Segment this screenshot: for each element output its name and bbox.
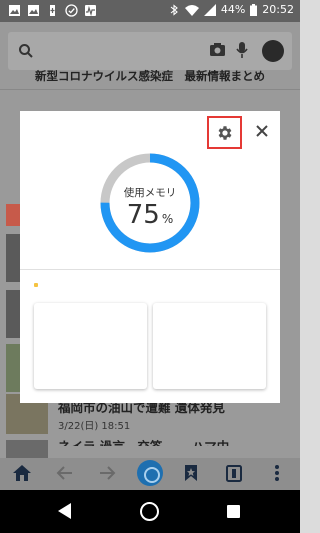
gallery-icon xyxy=(28,5,39,16)
forward-arrow-icon[interactable] xyxy=(98,464,116,482)
content-card[interactable] xyxy=(153,303,266,389)
nav-back-icon[interactable] xyxy=(58,503,71,519)
camera-icon[interactable] xyxy=(209,42,226,57)
story-title-partial[interactable]: ネイラ 過言 交答 ――ハマ中 xyxy=(58,436,229,446)
more-menu-icon[interactable] xyxy=(274,464,280,482)
battery-icon xyxy=(250,3,258,16)
nav-recents-icon[interactable] xyxy=(227,505,240,518)
back-arrow-icon[interactable] xyxy=(56,464,74,482)
search-icon xyxy=(19,44,33,58)
close-button[interactable] xyxy=(250,119,274,143)
cell-signal-icon xyxy=(203,3,216,16)
gear-icon xyxy=(218,125,231,140)
image-icon xyxy=(9,5,20,16)
notification-icons xyxy=(8,4,97,17)
memory-gauge: 使用メモリ 75% xyxy=(99,152,201,254)
category-tab-marker xyxy=(6,204,20,226)
memory-label: 使用メモリ xyxy=(123,187,177,199)
content-card[interactable] xyxy=(34,303,147,389)
memory-percent-number: 75 xyxy=(126,200,160,230)
battery-saver-icon xyxy=(50,5,55,16)
memory-value: 75% xyxy=(99,200,201,230)
system-navigation-bar xyxy=(0,490,300,533)
browser-toolbar xyxy=(0,458,300,490)
memory-percent-unit: % xyxy=(161,212,174,226)
battery-percent: 44% xyxy=(220,3,246,16)
tabs-icon[interactable] xyxy=(226,464,242,482)
news-thumbnail[interactable] xyxy=(6,440,48,458)
close-icon xyxy=(256,125,268,137)
microphone-icon[interactable] xyxy=(236,41,248,59)
account-icon[interactable] xyxy=(262,40,284,62)
clock: 20:52 xyxy=(262,3,294,16)
home-icon[interactable] xyxy=(12,464,32,482)
activity-icon xyxy=(85,5,96,17)
memory-usage-dialog: 使用メモリ 75% xyxy=(20,111,280,403)
status-bar: 44% 20:52 xyxy=(0,0,300,22)
wifi-icon xyxy=(184,4,199,16)
nav-home-icon[interactable] xyxy=(140,502,159,521)
settings-button[interactable] xyxy=(207,116,242,149)
system-status: 44% 20:52 xyxy=(168,3,294,16)
bookmark-icon[interactable] xyxy=(184,464,198,482)
tab-switcher-button[interactable] xyxy=(137,460,163,486)
divider xyxy=(20,269,280,270)
news-headline[interactable]: 新型コロナウイルス感染症 最新情報まとめ xyxy=(0,62,300,90)
bluetooth-icon xyxy=(170,3,178,16)
ad-indicator xyxy=(34,283,38,287)
story-date: 3/22(日) 18:51 xyxy=(58,421,131,432)
check-circle-icon xyxy=(65,4,78,17)
